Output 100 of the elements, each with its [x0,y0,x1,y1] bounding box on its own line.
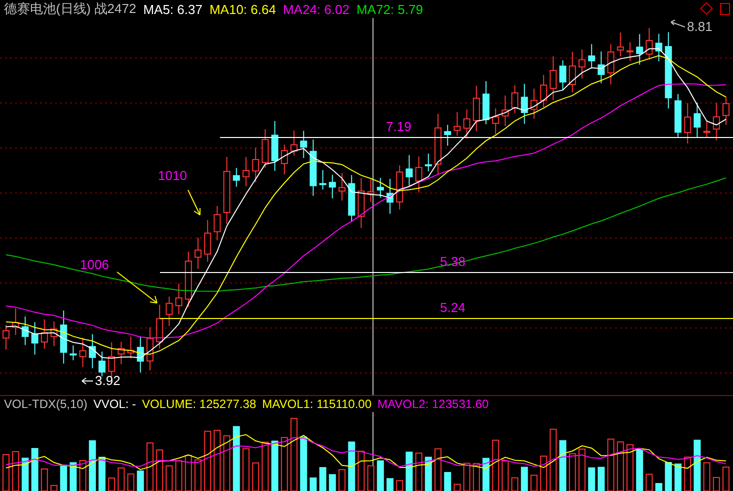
volume-bar [406,452,413,491]
callout-label: 1006 [80,258,109,272]
volume-bar [60,464,68,491]
candlestick [232,167,240,188]
candlestick [646,28,653,60]
volume-bar [328,474,336,491]
volume-indicator-title: VOL-TDX(5,10) [4,397,88,411]
candlestick [262,128,269,168]
candlestick [184,251,192,308]
callout-label: 1010 [158,169,187,183]
candlestick [722,96,730,126]
candlestick [194,237,202,270]
volume-bar [300,436,308,491]
volume-bar [598,466,605,491]
candlestick [492,108,500,135]
candlestick [79,337,86,368]
candlestick [367,178,374,202]
volume-indicator-value: MAVOL1: 115110.00 [262,397,372,411]
candlestick [712,102,720,141]
candlestick [166,296,173,326]
candlestick [70,344,77,361]
volume-indicator-value: VVOL: - [93,397,136,411]
volume-bar [482,458,490,491]
volume-bar [588,467,596,491]
candlestick [386,178,394,214]
candlestick [674,94,682,138]
volume-bar [444,472,452,491]
candlestick [242,156,250,187]
candlestick [463,108,470,140]
candlestick [540,74,548,108]
callout-arrow-icon [116,272,158,304]
price-level-label: 5.24 [440,301,466,315]
volume-bar [520,466,528,491]
indicator-value: MA72: 5.79 [356,2,423,16]
volume-bar [376,460,384,491]
trough-price-label: 3.92 [95,374,120,388]
candlestick [146,326,154,371]
candlestick [434,114,442,174]
volume-bar [31,448,38,491]
candlestick [511,84,518,114]
volume-bar [271,440,278,491]
candlestick [252,147,260,183]
volume-bar [424,456,432,491]
volume-bar [636,448,644,491]
volume-indicator-value: MAVOL2: 123531.60 [378,397,489,411]
candlestick [348,174,356,222]
candlestick [703,120,710,138]
candlestick [444,124,452,146]
indicator-value: MA10: 6.64 [209,2,276,16]
candlestick [550,56,557,100]
volume-bar [655,483,662,491]
trough-arrow-icon [82,378,94,384]
candlestick [568,51,576,93]
candlestick [2,324,10,350]
volume-bar [310,477,317,491]
candlestick [655,33,662,62]
candlestick [214,206,221,241]
candlestick [127,336,134,359]
candlestick [607,44,614,85]
indicator-value: MA5: 6.37 [143,2,202,16]
candlestick [50,321,58,347]
candlestick [290,130,298,156]
candlestick [636,34,644,66]
candlestick [175,283,182,315]
candlestick [88,334,96,369]
candlestick [40,318,48,350]
volume-bar [98,456,106,491]
candlestick [136,336,144,373]
candlestick [454,111,461,136]
candlestick [280,144,288,175]
candlestick [223,156,230,224]
peak-arrow-icon [670,20,686,28]
volume-bar [386,478,394,491]
volume-bar [348,442,356,491]
volume-bar [22,458,29,491]
candlestick [12,308,20,336]
volume-bar [674,464,682,491]
candlestick [156,304,164,349]
candlestick [415,156,422,194]
candlestick [588,44,596,69]
candlestick [482,80,490,125]
candlestick [578,48,586,80]
candlestick [22,316,29,346]
volume-bar [136,470,144,491]
volume-bar [88,440,96,491]
candlestick [358,178,365,228]
candlestick [502,95,509,127]
window-icon[interactable] [720,3,730,15]
candlestick [328,174,336,199]
candlestick [271,120,278,172]
volume-indicator-value: VOLUME: 125277.38 [142,397,256,411]
chart-title: 德赛电池(日线) 战2472 [4,0,136,18]
candlestick [559,60,566,91]
candlestick [520,83,528,124]
candlestick [376,177,384,198]
candlestick [60,310,68,364]
candlestick [684,102,692,144]
volume-bar [664,462,672,491]
candlestick [319,170,326,190]
candlestick [310,139,317,196]
